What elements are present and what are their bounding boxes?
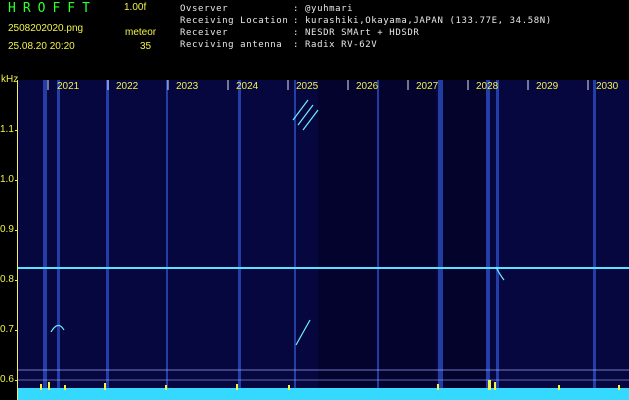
- x-tick-label: 2029: [536, 81, 559, 92]
- x-tick-label: 2027: [416, 81, 439, 92]
- y-tick-label: 0.6: [0, 374, 14, 385]
- file-name: 2508202020.png: [8, 23, 84, 34]
- x-tick-label: 2025: [296, 81, 319, 92]
- x-tick-label: 2022: [116, 81, 139, 92]
- x-tick-label: 2023: [176, 81, 199, 92]
- y-axis-unit: kHz: [1, 74, 19, 85]
- y-tick-label: 0.8: [0, 274, 14, 285]
- app-title: HROFFT: [8, 1, 97, 16]
- x-tick-label: 2024: [236, 81, 259, 92]
- meteor-count: 35: [140, 41, 152, 52]
- info-key-location: Receiving Location: [180, 16, 289, 26]
- info-value-antenna: : Radix RV-62V: [293, 40, 378, 50]
- info-key-receiver: Receiver: [180, 28, 229, 38]
- noise-floor: [18, 388, 629, 400]
- y-tick-label: 0.9: [0, 224, 14, 235]
- info-key-observer: Ovserver: [180, 4, 229, 14]
- x-tick-label: 2030: [596, 81, 619, 92]
- y-tick-label: 1.0: [0, 174, 14, 185]
- spectrogram[interactable]: [18, 80, 629, 400]
- spectrogram-image: [18, 80, 629, 400]
- info-key-antenna: Recviving antenna: [180, 40, 283, 50]
- date-time: 25.08.20 20:20: [8, 41, 75, 52]
- info-value-receiver: : NESDR SMArt + HDSDR: [293, 28, 420, 38]
- app-version: 1.00f: [124, 2, 147, 13]
- x-tick-label: 2026: [356, 81, 379, 92]
- header-panel: HROFFT 1.00f 2508202020.png 25.08.20 20:…: [0, 0, 629, 80]
- meteor-label: meteor: [125, 27, 157, 38]
- y-tick-label: 0.7: [0, 324, 14, 335]
- info-value-location: : kurashiki,Okayama,JAPAN (133.77E, 34.5…: [293, 16, 552, 26]
- info-value-observer: : @yuhmari: [293, 4, 354, 14]
- x-tick-label: 2028: [476, 81, 499, 92]
- x-tick-label: 2021: [57, 81, 80, 92]
- y-tick-label: 1.1: [0, 124, 14, 135]
